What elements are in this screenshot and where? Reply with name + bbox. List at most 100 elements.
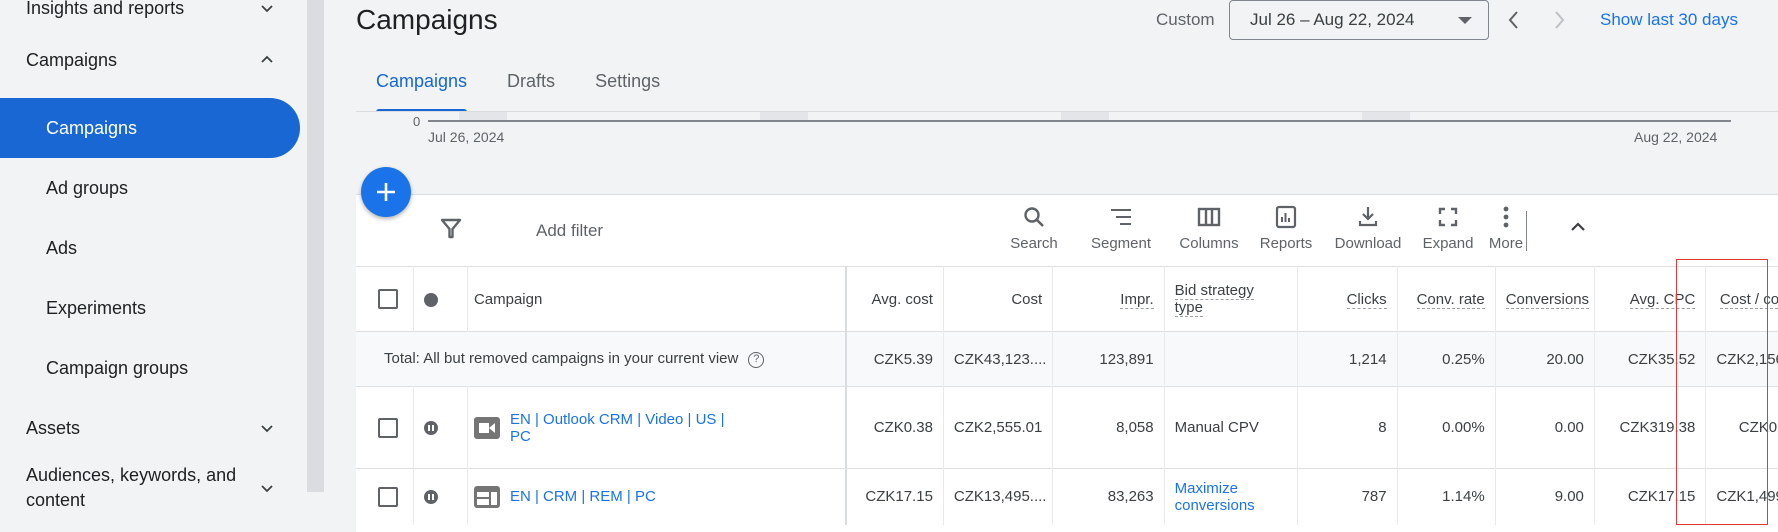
column-header-avg-cost[interactable]: Avg. cost (846, 266, 944, 332)
column-header-campaign[interactable]: Campaign (467, 266, 848, 332)
campaign-link[interactable]: EN | Outlook CRM | Video | US | PC (510, 411, 725, 445)
download-label: Download (1334, 235, 1402, 252)
plus-icon (377, 183, 395, 201)
row-checkbox[interactable] (378, 417, 398, 438)
download-icon (1358, 207, 1378, 227)
paused-status-icon[interactable] (424, 490, 439, 505)
status-dot-icon (424, 292, 439, 307)
bid-strategy-line: Maximize (1174, 479, 1238, 497)
segment-button[interactable]: Segment (1076, 205, 1166, 252)
total-conv-rate: 0.25% (1397, 331, 1496, 387)
chart-x-axis (428, 120, 1731, 122)
search-button[interactable]: Search (989, 205, 1079, 252)
total-avg-cost: CZK5.39 (846, 331, 944, 387)
nav-section-audiences[interactable]: Audiences, keywords, and content (0, 462, 300, 514)
columns-icon (1197, 207, 1221, 227)
column-label: Cost / conv. (1719, 290, 1778, 309)
column-header-conversions[interactable]: Conversions (1495, 266, 1595, 332)
status-header (413, 266, 468, 332)
total-bid-strategy (1164, 331, 1299, 387)
table-header-row: Campaign Avg. cost Cost Impr. Bid strate… (356, 266, 1778, 332)
reports-button[interactable]: Reports (1241, 205, 1331, 252)
column-header-cost[interactable]: Cost (943, 266, 1054, 332)
nav-section-campaigns[interactable]: Campaigns (0, 45, 300, 75)
total-clicks: 1,214 (1297, 331, 1398, 387)
campaign-name-line: EN | Outlook CRM | Video | US | (509, 410, 725, 428)
help-icon[interactable]: ? (748, 351, 765, 368)
tab-drafts[interactable]: Drafts (487, 60, 575, 112)
impr-cell: 83,263 (1052, 468, 1165, 525)
column-label: Impr. (1120, 290, 1154, 309)
column-label: Conv. rate (1416, 290, 1485, 309)
dropdown-arrow-icon (1458, 17, 1472, 24)
chart-x-start-label: Jul 26, 2024 (428, 129, 505, 145)
download-button[interactable]: Download (1323, 205, 1413, 252)
table-row: EN | CRM | REM | PC CZK17.15 CZK13,495..… (356, 468, 1778, 525)
next-period-icon[interactable] (1547, 8, 1571, 32)
column-label: Bid strategy (1174, 282, 1254, 300)
row-select-cell (356, 468, 415, 525)
column-header-impr[interactable]: Impr. (1052, 266, 1165, 332)
row-status-cell (413, 468, 468, 525)
nav-section-label: Campaigns (26, 49, 118, 70)
tab-campaigns[interactable]: Campaigns (356, 60, 487, 112)
chevron-down-icon (261, 5, 273, 13)
chevron-down-icon (261, 485, 273, 493)
weekend-band (459, 112, 507, 120)
column-header-conv-rate[interactable]: Conv. rate (1397, 266, 1496, 332)
sidebar-item-experiments[interactable]: Experiments (0, 278, 300, 338)
column-label: Conversions (1505, 290, 1590, 309)
show-last-30-days-link[interactable]: Show last 30 days (1600, 10, 1738, 30)
page-title: Campaigns (356, 4, 498, 35)
campaign-name-cell: EN | CRM | REM | PC (467, 468, 848, 525)
column-header-bid-strategy[interactable]: Bid strategy type (1164, 266, 1299, 332)
filter-icon[interactable] (440, 217, 462, 239)
select-all-cell (356, 266, 415, 332)
search-label: Search (1010, 235, 1058, 252)
search-icon (1024, 207, 1044, 227)
collapse-chevron-icon[interactable] (1566, 215, 1590, 239)
conversions-cell: 0.00 (1495, 386, 1595, 469)
row-select-cell (356, 386, 415, 469)
paused-status-icon[interactable] (424, 421, 439, 436)
cost-conv-cell: CZK0.00 (1705, 386, 1778, 469)
date-range-label: Custom (1156, 10, 1215, 29)
total-avg-cpc: CZK35.52 (1594, 331, 1707, 387)
column-label: Clicks (1346, 290, 1387, 309)
tab-settings[interactable]: Settings (575, 60, 680, 112)
date-range-select[interactable]: Jul 26 – Aug 22, 2024 (1229, 0, 1489, 40)
more-label: More (1488, 235, 1524, 252)
sidebar-item-campaigns[interactable]: Campaigns (0, 98, 300, 158)
total-impr: 123,891 (1052, 331, 1165, 387)
avg-cpc-cell: CZK17.15 (1594, 468, 1707, 525)
column-header-cost-conv[interactable]: Cost / conv. (1705, 266, 1778, 332)
nav-section-insights[interactable]: Insights and reports (0, 0, 300, 22)
table-row: EN | Outlook CRM | Video | US | PC CZK0.3… (356, 386, 1778, 469)
column-header-avg-cpc[interactable]: Avg. CPC (1594, 266, 1707, 332)
bid-strategy-link[interactable]: Maximize conversions (1164, 468, 1299, 525)
previous-period-icon[interactable] (1502, 8, 1526, 32)
add-filter-input[interactable]: Add filter (536, 221, 603, 241)
sidebar-item-ads[interactable]: Ads (0, 218, 300, 278)
performance-chart: 0 Jul 26, 2024 Aug 22, 2024 (356, 112, 1778, 152)
chart-y-tick: 0 (413, 114, 421, 129)
select-all-checkbox[interactable] (378, 289, 398, 309)
row-checkbox[interactable] (378, 486, 398, 507)
chart-x-end-label: Aug 22, 2024 (1634, 129, 1718, 145)
sidebar-item-ad-groups[interactable]: Ad groups (0, 158, 300, 218)
sidebar-item-campaign-groups[interactable]: Campaign groups (0, 338, 300, 398)
cost-cell: CZK13,495.... (943, 468, 1054, 525)
total-cost: CZK43,123.... (943, 331, 1054, 387)
sidebar-scrollbar[interactable] (307, 0, 324, 492)
column-header-clicks[interactable]: Clicks (1297, 266, 1398, 332)
nav-section-label: Assets (26, 417, 81, 438)
nav-section-label: Audiences, keywords, and content (26, 465, 237, 510)
clicks-cell: 8 (1297, 386, 1398, 469)
create-campaign-button[interactable] (361, 167, 411, 217)
more-button[interactable]: More (1471, 205, 1541, 252)
weekend-band (760, 112, 808, 120)
campaign-link[interactable]: EN | CRM | REM | PC (510, 488, 656, 505)
weekend-band (1362, 112, 1410, 120)
nav-section-assets[interactable]: Assets (0, 413, 300, 443)
avg-cpc-cell: CZK319.38 (1594, 386, 1707, 469)
